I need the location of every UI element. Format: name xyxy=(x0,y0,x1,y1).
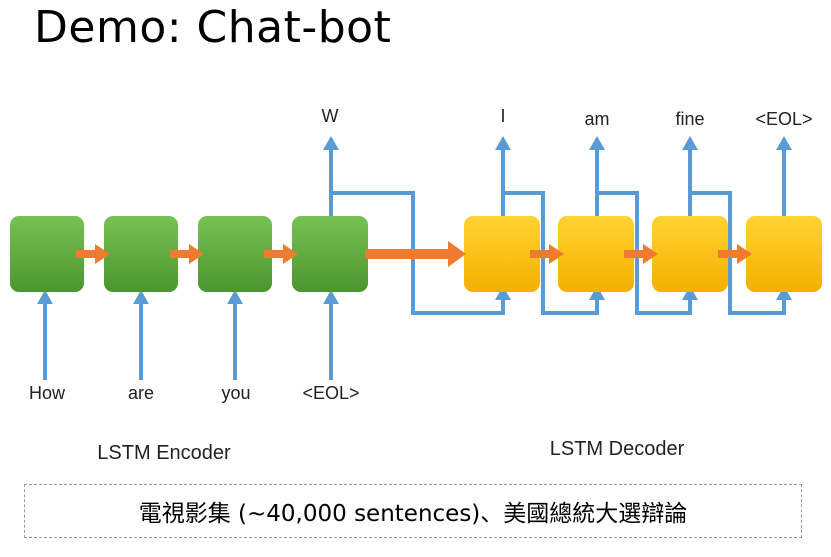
output-label-i: I xyxy=(500,106,505,126)
output-label-am: am xyxy=(584,109,609,129)
input-labels: How are you <EOL> xyxy=(29,383,360,403)
arrowhead-input-are xyxy=(133,290,149,304)
output-labels: W I am fine <EOL> xyxy=(322,106,813,129)
arrowhead-output-am xyxy=(589,136,605,150)
output-label-fine: fine xyxy=(675,109,704,129)
decoder-cell-2 xyxy=(558,216,634,292)
output-label-eol: <EOL> xyxy=(755,109,812,129)
caption-box: 電視影集 (~40,000 sentences)、美國總統大選辯論 xyxy=(24,484,802,538)
arrowhead-output-eol xyxy=(776,136,792,150)
decoder-cell-1 xyxy=(464,216,540,292)
decoder-cell-3 xyxy=(652,216,728,292)
output-label-w: W xyxy=(322,106,339,126)
decoder-cell-4 xyxy=(746,216,822,292)
arrowhead-output-i xyxy=(495,136,511,150)
arrowhead-input-eol xyxy=(323,290,339,304)
state-arrow-context xyxy=(365,241,466,267)
decoder-label: LSTM Decoder xyxy=(550,438,685,460)
arrowhead-output-w xyxy=(323,136,339,150)
arrowhead-output-fine xyxy=(682,136,698,150)
input-label-how: How xyxy=(29,383,66,403)
encoder-cell-3 xyxy=(198,216,272,292)
encoder-cell-2 xyxy=(104,216,178,292)
seq2seq-diagram: How are you <EOL> W I am fine <EOL> LSTM… xyxy=(10,106,822,464)
input-label-eol: <EOL> xyxy=(302,383,359,403)
encoder-cell-1 xyxy=(10,216,84,292)
input-label-you: you xyxy=(221,383,250,403)
arrowhead-input-how xyxy=(37,290,53,304)
encoder-cell-4 xyxy=(292,216,368,292)
caption-text: 電視影集 (~40,000 sentences)、美國總統大選辯論 xyxy=(138,501,688,527)
arrowhead-input-you xyxy=(227,290,243,304)
input-label-are: are xyxy=(128,383,154,403)
encoder-label: LSTM Encoder xyxy=(97,442,231,464)
